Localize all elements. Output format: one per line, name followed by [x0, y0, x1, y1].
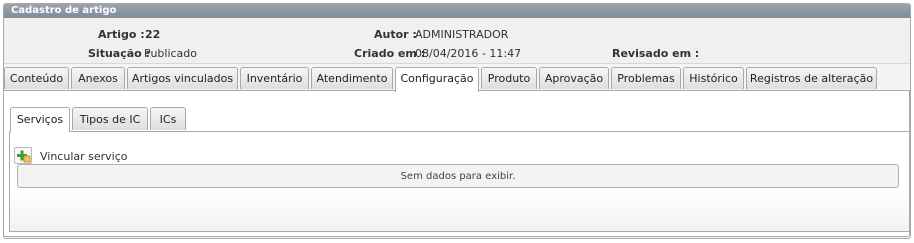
- artigo-label: Artigo :: [98, 28, 145, 41]
- tab-historico[interactable]: Histórico: [683, 67, 744, 89]
- situacao-label: Situação :: [88, 47, 150, 60]
- empty-grid-message: Sem dados para exibir.: [17, 164, 899, 188]
- add-link-icon: [17, 150, 31, 163]
- tab-problemas[interactable]: Problemas: [611, 67, 681, 89]
- subtab-tipos-de-ic[interactable]: Tipos de IC: [72, 107, 148, 130]
- tab-atendimento[interactable]: Atendimento: [311, 67, 393, 89]
- autor-label: Autor :: [374, 28, 417, 41]
- subtab-ics[interactable]: ICs: [150, 107, 186, 130]
- tab-configuracao[interactable]: Configuração: [395, 67, 479, 92]
- add-link-button[interactable]: [14, 147, 32, 164]
- tab-produto[interactable]: Produto: [481, 67, 537, 89]
- situacao-value: Publicado: [144, 47, 198, 60]
- tab-conteudo[interactable]: Conteúdo: [4, 67, 69, 89]
- panel-title: Cadastro de artigo: [4, 4, 910, 18]
- article-info: Artigo : 22 Autor : ADMINISTRADOR Situaç…: [4, 19, 910, 64]
- tab-registros-de-alteracao[interactable]: Registros de alteração: [746, 67, 877, 89]
- subtab-servicos[interactable]: Serviços: [10, 107, 70, 132]
- artigo-value: 22: [145, 28, 161, 41]
- tab-inventario[interactable]: Inventário: [240, 67, 309, 89]
- add-service-link[interactable]: Vincular serviço: [40, 150, 128, 163]
- autor-value: ADMINISTRADOR: [415, 28, 509, 41]
- tab-aprovacao[interactable]: Aprovação: [539, 67, 609, 89]
- tab-anexos[interactable]: Anexos: [71, 67, 125, 89]
- revisado-value: -: [687, 47, 691, 60]
- criado-value: 08/04/2016 - 11:47: [415, 47, 522, 60]
- tab-artigos-vinculados[interactable]: Artigos vinculados: [127, 67, 238, 89]
